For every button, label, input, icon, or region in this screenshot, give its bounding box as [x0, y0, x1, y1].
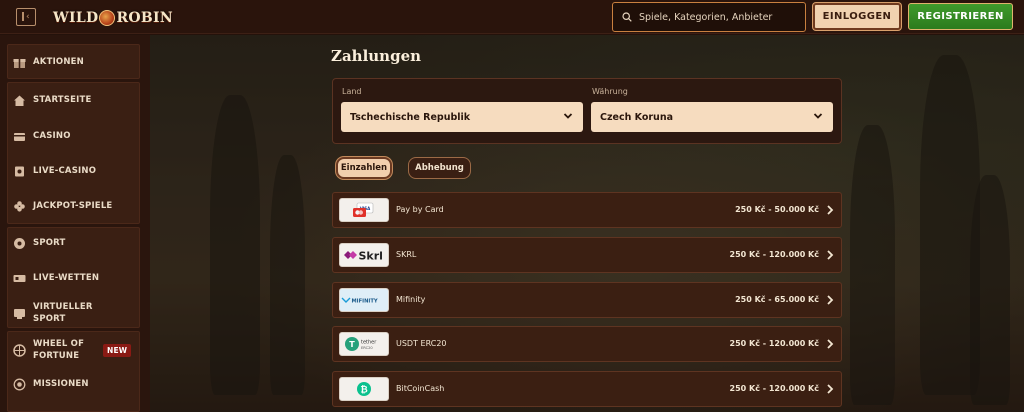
skrill-logo-icon: Skrl [339, 243, 389, 267]
bitcoincash-logo-icon: ₿ [339, 377, 389, 401]
search-placeholder: Spiele, Kategorien, Anbieter [639, 11, 773, 23]
logo-emblem-icon [99, 10, 116, 26]
page-title: Zahlungen [331, 47, 422, 65]
sidebar-item-live-wetten[interactable]: LIVE-WETTEN [0, 261, 133, 295]
svg-text:tether: tether [361, 340, 377, 346]
svg-text:₿: ₿ [360, 385, 367, 396]
mifinity-logo-icon: MIFINITY [339, 288, 389, 312]
payment-method-name: BitCoinCash [396, 384, 445, 393]
live-casino-icon [12, 164, 26, 178]
new-badge: NEW [103, 344, 132, 357]
chevron-right-icon [827, 250, 834, 260]
payment-method-range: 250 Kč - 120.000 Kč [729, 339, 819, 348]
sidebar-item-sport[interactable]: SPORT [0, 226, 133, 260]
payment-method-row[interactable]: MIFINITY Mifinity 250 Kč - 65.000 Kč [332, 282, 842, 318]
sidebar-collapse-icon[interactable]: ‹ [16, 8, 36, 26]
currency-select[interactable]: Czech Koruna [591, 102, 833, 132]
chevron-down-icon [813, 113, 823, 119]
sidebar-item-startseite[interactable]: STARTSEITE [0, 83, 133, 117]
payment-method-name: Mifinity [396, 295, 426, 304]
gift-icon [12, 55, 26, 69]
payment-method-row[interactable]: Skrl SKRL 250 Kč - 120.000 Kč [332, 237, 842, 273]
home-icon [12, 93, 26, 107]
sidebar-item-live-casino[interactable]: LIVE-CASINO [0, 154, 133, 188]
payment-method-range: 250 Kč - 50.000 Kč [735, 205, 819, 214]
chevron-right-icon [827, 339, 834, 349]
payment-method-range: 250 Kč - 120.000 Kč [729, 250, 819, 259]
payment-method-row[interactable]: T tether ERC20 USDT ERC20 250 Kč - 120.0… [332, 326, 842, 362]
clover-icon [12, 199, 26, 213]
payment-method-row[interactable]: VISA Pay by Card 250 Kč - 50.000 Kč [332, 192, 842, 228]
chevron-down-icon [563, 113, 573, 119]
target-icon [12, 377, 26, 391]
live-icon [12, 271, 26, 285]
svg-text:MIFINITY: MIFINITY [352, 299, 378, 305]
login-button[interactable]: EINLOGGEN [813, 3, 901, 30]
payment-method-name: USDT ERC20 [396, 339, 447, 348]
site-logo[interactable]: WILD ROBIN [53, 8, 173, 28]
payment-filters: Land Tschechische Republik Währung Czech… [332, 78, 842, 144]
payment-method-range: 250 Kč - 120.000 Kč [729, 384, 819, 393]
country-select[interactable]: Tschechische Republik [341, 102, 583, 132]
sidebar-item-missionen[interactable]: MISSIONEN [0, 367, 133, 401]
chevron-right-icon [827, 295, 834, 305]
chevron-right-icon [827, 384, 834, 394]
top-header: ‹ WILD ROBIN Spiele, Kategorien, Anbiete… [0, 0, 1024, 34]
payment-method-name: SKRL [396, 250, 417, 259]
search-input[interactable]: Spiele, Kategorien, Anbieter [612, 2, 806, 32]
card-logo-icon: VISA [339, 198, 389, 222]
payment-method-row[interactable]: ₿ BitCoinCash 250 Kč - 120.000 Kč [332, 371, 842, 407]
virtual-sport-icon [12, 306, 26, 320]
payment-method-range: 250 Kč - 65.000 Kč [735, 295, 819, 304]
sidebar-item-casino[interactable]: CASINO [0, 119, 133, 153]
search-icon [622, 12, 632, 22]
sidebar-item-wheel-of-fortune[interactable]: WHEEL OF FORTUNE NEW [0, 333, 133, 367]
sidebar-item-jackpot-spiele[interactable]: JACKPOT-SPIELE [0, 189, 133, 223]
tab-abhebung[interactable]: Abhebung [408, 157, 471, 179]
wheel-icon [12, 343, 26, 357]
tether-logo-icon: T tether ERC20 [339, 332, 389, 356]
country-label: Land [342, 87, 362, 96]
ball-icon [12, 236, 26, 250]
payment-method-name: Pay by Card [396, 205, 444, 214]
svg-text:T: T [349, 340, 355, 349]
tab-einzahlen[interactable]: Einzahlen [336, 157, 392, 179]
cards-icon [12, 129, 26, 143]
register-button[interactable]: REGISTRIEREN [908, 3, 1013, 30]
currency-label: Währung [592, 87, 628, 96]
svg-text:Skrl: Skrl [359, 250, 383, 263]
sidebar-item-aktionen[interactable]: AKTIONEN [0, 45, 133, 79]
svg-text:ERC20: ERC20 [361, 346, 373, 350]
chevron-right-icon [827, 205, 834, 215]
sidebar: AKTIONEN STARTSEITE CASINO LIVE-CASINO J… [0, 35, 150, 412]
sidebar-item-virtueller-sport[interactable]: VIRTUELLER SPORT [0, 296, 133, 330]
